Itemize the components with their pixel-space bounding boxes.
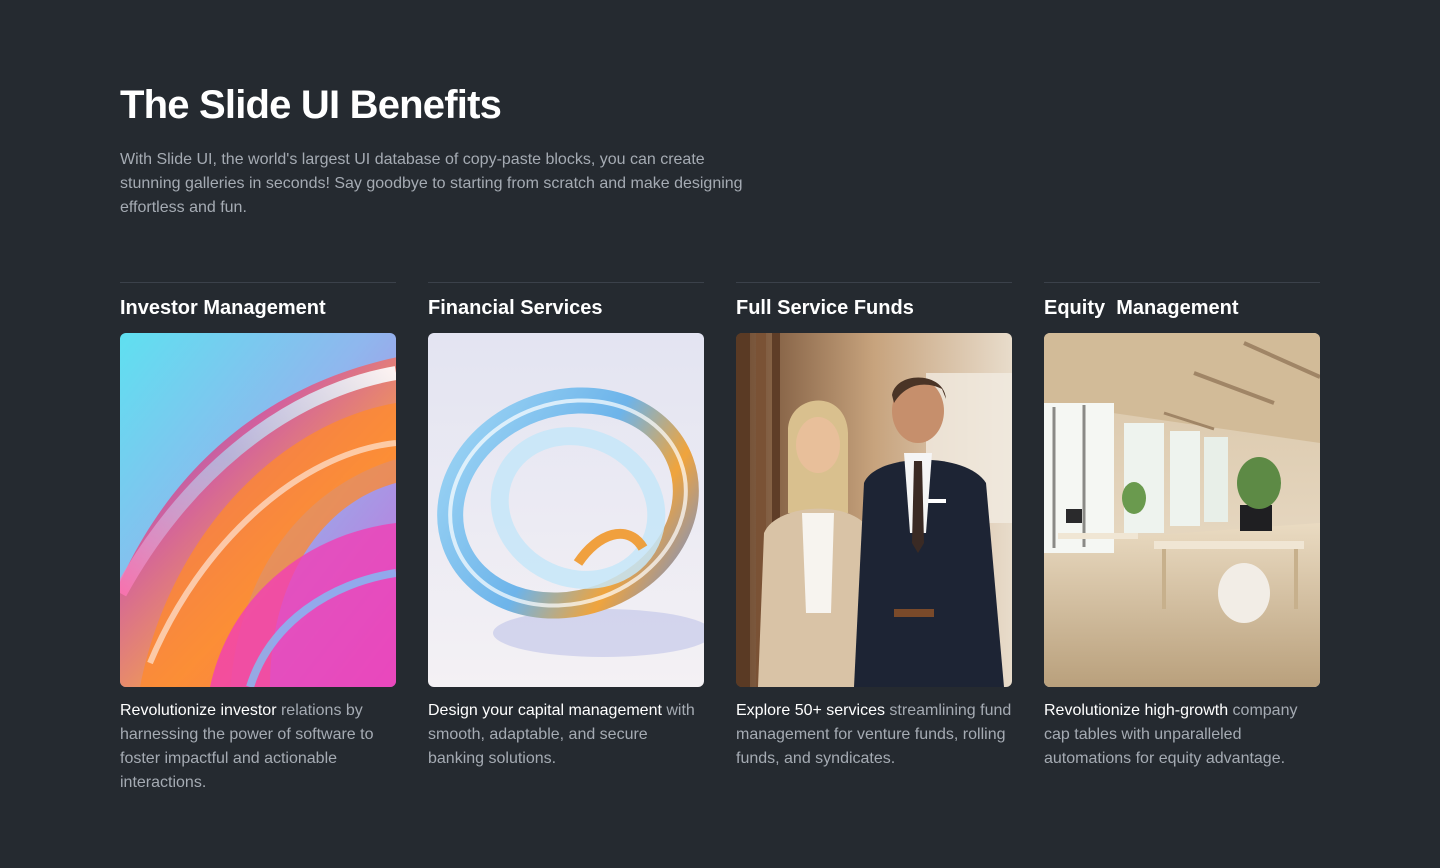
- benefit-card[interactable]: Investor Management Revolutionize invest…: [120, 282, 396, 795]
- benefit-cards: Investor Management Revolutionize invest…: [120, 282, 1320, 795]
- card-title: Investor Management: [120, 297, 326, 319]
- card-description: Revolutionize high-growth company cap ta…: [1044, 699, 1320, 771]
- card-title: Full Service Funds: [736, 297, 914, 319]
- benefit-card[interactable]: Financial Services Design your capital m…: [428, 282, 704, 795]
- section-title: The Slide UI Benefits: [120, 83, 502, 127]
- benefit-card[interactable]: Equity Management Revolutionize high-gro…: [1044, 282, 1320, 795]
- bright-office-interior-image: [1044, 333, 1320, 687]
- card-description-highlight: Revolutionize investor: [120, 702, 277, 719]
- card-description-highlight: Explore 50+ services: [736, 702, 885, 719]
- card-divider: [428, 282, 704, 283]
- card-description: Explore 50+ services streamlining fund m…: [736, 699, 1012, 771]
- card-description: Revolutionize investor relations by harn…: [120, 699, 396, 795]
- business-people-portrait-image: [736, 333, 1012, 687]
- card-title: Equity Management: [1044, 297, 1239, 319]
- card-description-highlight: Revolutionize high-growth: [1044, 702, 1229, 719]
- card-title: Financial Services: [428, 297, 603, 319]
- benefit-card[interactable]: Full Service Funds Explore 50+ services …: [736, 282, 1012, 795]
- card-divider: [120, 282, 396, 283]
- card-description-highlight: Design your capital management: [428, 702, 662, 719]
- section-lead: With Slide UI, the world's largest UI da…: [120, 151, 743, 216]
- glass-ring-sculpture-image: [428, 333, 704, 687]
- card-description: Design your capital management with smoo…: [428, 699, 704, 771]
- card-divider: [736, 282, 1012, 283]
- card-divider: [1044, 282, 1320, 283]
- benefits-section: The Slide UI Benefits With Slide UI, the…: [0, 0, 1440, 868]
- abstract-iridescent-swirl-image: [120, 333, 396, 687]
